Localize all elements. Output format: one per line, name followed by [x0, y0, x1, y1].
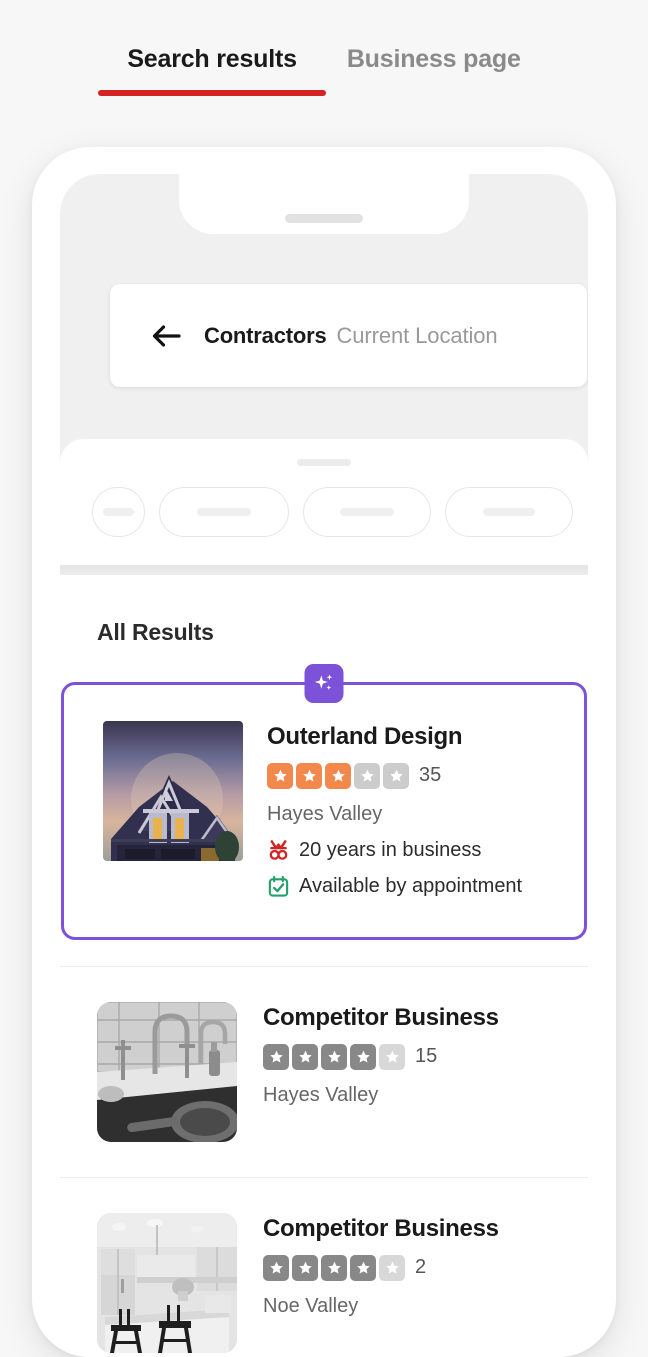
- star-empty: [379, 1254, 405, 1281]
- business-name[interactable]: Outerland Design: [267, 723, 522, 751]
- tab-search-results-label: Search results: [127, 45, 297, 73]
- attribute-text: 20 years in business: [299, 838, 482, 861]
- filter-panel: [60, 439, 588, 565]
- phone-screen: Contractors Current Location All Results: [60, 174, 588, 1357]
- star-filled: [292, 1043, 318, 1070]
- tab-search-results[interactable]: Search results: [98, 44, 327, 96]
- business-info: Competitor Business 15 Hayes Valley: [263, 1002, 499, 1142]
- years-in-business-icon: [269, 839, 288, 860]
- star-filled: [263, 1043, 289, 1070]
- results-list: All Results Outerland Design 35 Hayes Va…: [60, 575, 588, 1357]
- star-rating[interactable]: [263, 1043, 405, 1070]
- victorian-house-at-dusk-image: [103, 721, 243, 861]
- phone-mockup: Contractors Current Location All Results: [32, 147, 616, 1357]
- business-thumbnail[interactable]: [97, 1002, 237, 1142]
- business-thumbnail[interactable]: [103, 721, 243, 861]
- calendar-check-icon: [268, 875, 289, 897]
- phone-notch: [179, 174, 469, 234]
- panel-divider: [60, 565, 588, 575]
- star-filled: [350, 1043, 376, 1070]
- filter-pill[interactable]: [445, 487, 573, 537]
- kitchen-sink-faucets-grayscale-image: [97, 1002, 237, 1142]
- star-rating[interactable]: [267, 762, 409, 789]
- tab-active-underline: [98, 90, 327, 96]
- business-name[interactable]: Competitor Business: [263, 1215, 499, 1243]
- tab-business-page-label: Business page: [346, 45, 521, 73]
- neighborhood-label: Hayes Valley: [263, 1083, 379, 1106]
- ai-highlight-badge: [304, 664, 344, 703]
- star-rating[interactable]: [263, 1254, 405, 1281]
- business-thumbnail[interactable]: [97, 1213, 237, 1353]
- business-name[interactable]: Competitor Business: [263, 1004, 499, 1032]
- review-count: 15: [415, 1045, 438, 1068]
- rating-row: 2: [263, 1254, 499, 1281]
- kitchen-interior-grayscale-image: [97, 1213, 237, 1353]
- business-info: Outerland Design 35 Hayes Valley 20 year…: [267, 721, 522, 937]
- star-filled: [321, 1043, 347, 1070]
- skeleton-bar: [340, 508, 394, 516]
- search-query-text: Contractors: [204, 322, 327, 348]
- result-card[interactable]: Competitor Business 15 Hayes Valley: [60, 967, 588, 1177]
- filter-pill[interactable]: [159, 487, 289, 537]
- tab-bar: Search results Business page: [0, 0, 648, 96]
- search-header-bar[interactable]: Contractors Current Location: [110, 284, 587, 387]
- filter-pill[interactable]: [303, 487, 431, 537]
- result-card-highlighted[interactable]: Outerland Design 35 Hayes Valley 20 year…: [61, 682, 587, 940]
- sparkles-icon: [314, 674, 333, 690]
- rating-row: 35: [267, 762, 522, 789]
- filter-pill[interactable]: [92, 487, 145, 537]
- review-count: 35: [419, 764, 442, 787]
- star-empty: [379, 1043, 405, 1070]
- skeleton-bar: [103, 508, 134, 516]
- phone-speaker-icon: [285, 214, 363, 223]
- search-location-text: Current Location: [336, 322, 498, 348]
- star-filled: [292, 1254, 318, 1281]
- back-arrow-icon[interactable]: [152, 324, 182, 347]
- star-filled: [267, 762, 293, 789]
- highlighted-result-wrapper: Outerland Design 35 Hayes Valley 20 year…: [60, 664, 588, 940]
- star-filled: [321, 1254, 347, 1281]
- filter-pill-row: [92, 487, 573, 537]
- rating-row: 15: [263, 1043, 499, 1070]
- tab-business-page[interactable]: Business page: [347, 44, 521, 96]
- result-card[interactable]: Competitor Business 2 Noe Valley: [60, 1178, 588, 1357]
- star-filled: [263, 1254, 289, 1281]
- star-empty: [383, 762, 409, 789]
- attribute-row: 20 years in business: [267, 839, 522, 862]
- neighborhood-label: Noe Valley: [263, 1294, 359, 1317]
- drag-handle[interactable]: [297, 459, 351, 466]
- attribute-text: Available by appointment: [299, 874, 523, 897]
- star-filled: [350, 1254, 376, 1281]
- skeleton-bar: [483, 508, 535, 516]
- business-info: Competitor Business 2 Noe Valley: [263, 1213, 499, 1353]
- neighborhood-label: Hayes Valley: [267, 802, 383, 825]
- review-count: 2: [415, 1256, 427, 1279]
- star-filled: [296, 762, 322, 789]
- star-empty: [354, 762, 380, 789]
- skeleton-bar: [197, 508, 251, 516]
- attribute-row: Available by appointment: [267, 875, 522, 898]
- results-heading: All Results: [97, 619, 214, 645]
- star-filled: [325, 762, 351, 789]
